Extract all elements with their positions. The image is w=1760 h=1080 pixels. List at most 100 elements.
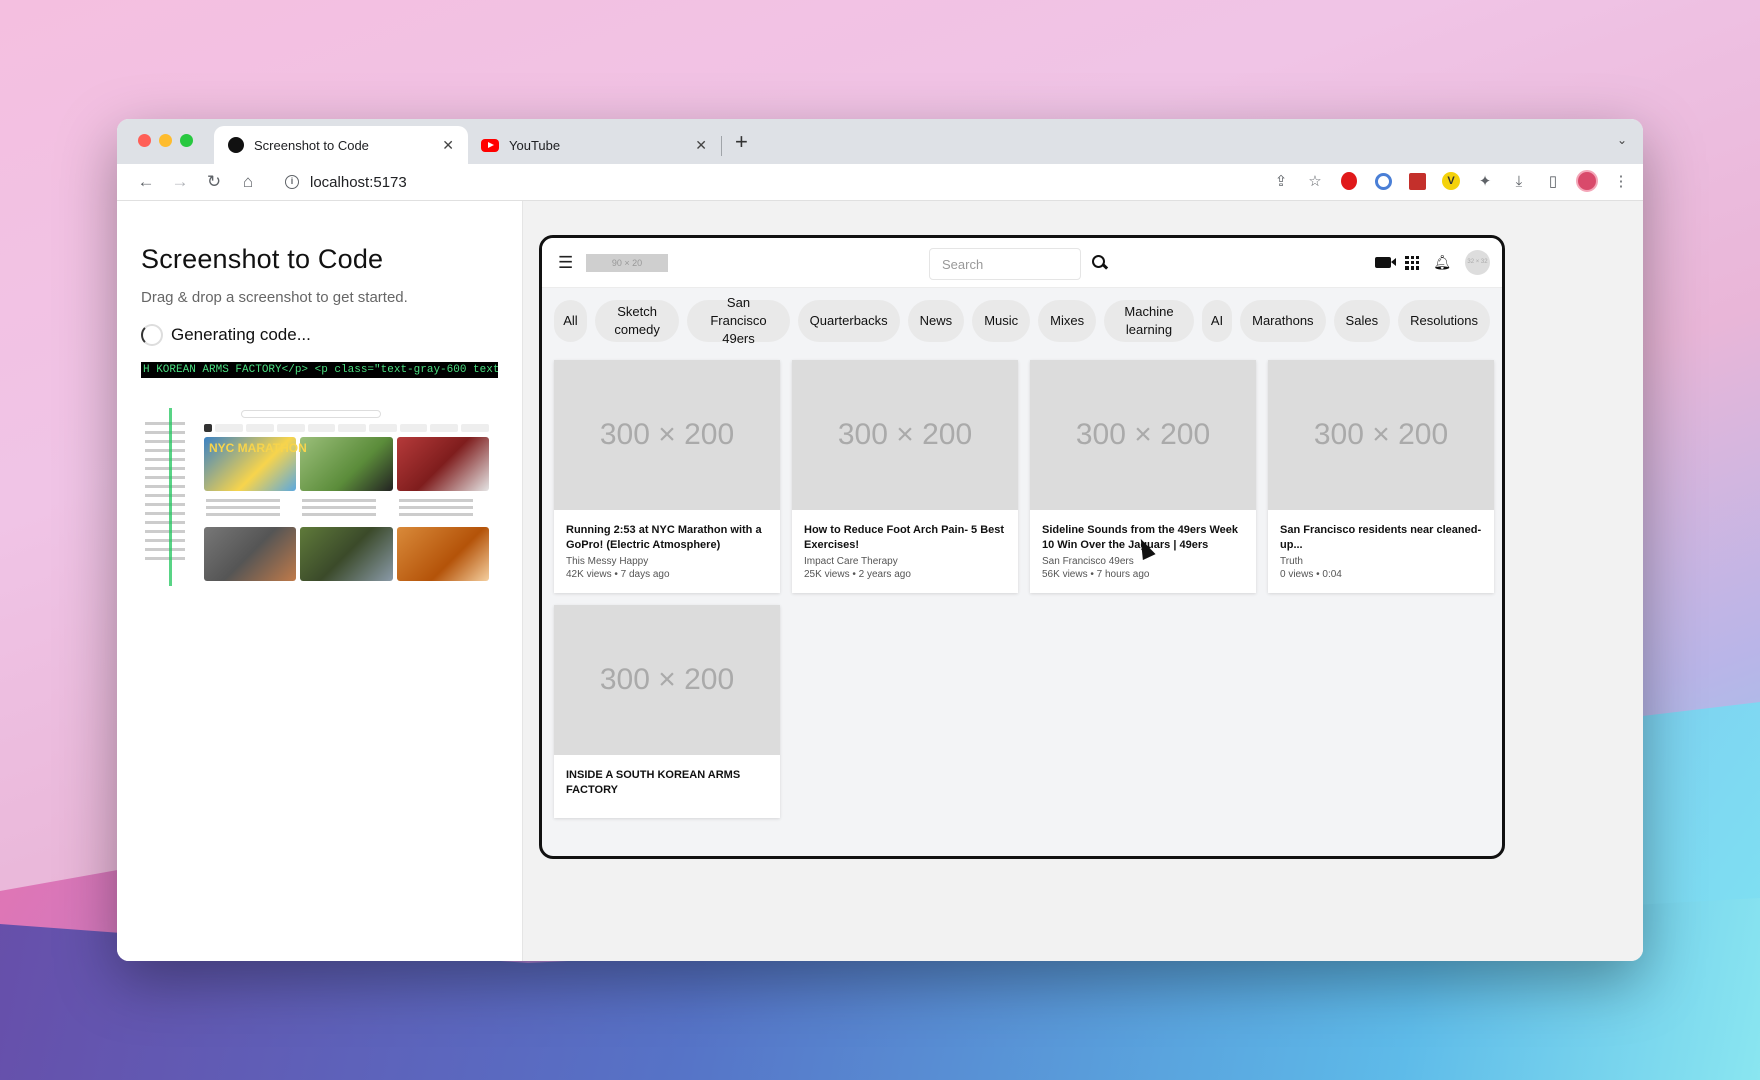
chip-quarterbacks[interactable]: Quarterbacks <box>797 300 900 342</box>
close-icon[interactable]: ✕ <box>442 137 454 154</box>
preview-frame: ☰ 90 × 20 Search 🔔︎ 32 × 32 All Sketch c… <box>539 235 1505 859</box>
header-actions: 🔔︎ 32 × 32 <box>1375 250 1490 275</box>
download-icon[interactable]: ⤓ <box>1507 169 1531 193</box>
info-icon[interactable]: i <box>285 175 299 189</box>
tab-youtube[interactable]: YouTube ✕ <box>467 126 721 164</box>
home-icon[interactable]: ⌂ <box>231 172 265 192</box>
thumbnail-video <box>300 437 393 491</box>
tab-divider <box>721 136 722 156</box>
tab-title: Screenshot to Code <box>254 137 369 153</box>
video-card[interactable]: 300 × 200 How to Reduce Foot Arch Pain- … <box>792 360 1018 593</box>
spinner-icon <box>141 324 163 346</box>
chip-machine-learning[interactable]: Machine learning <box>1104 300 1194 342</box>
search-input[interactable]: Search <box>929 248 1081 280</box>
generating-status: Generating code... <box>141 324 498 346</box>
apps-grid-icon[interactable] <box>1405 255 1420 270</box>
back-arrow-icon[interactable]: ← <box>129 172 163 192</box>
video-title[interactable]: San Francisco residents near cleaned-up.… <box>1280 523 1482 553</box>
reload-icon[interactable]: ↻ <box>197 172 231 192</box>
tab-title: YouTube <box>509 137 561 153</box>
channel-name[interactable]: This Messy Happy <box>566 555 768 568</box>
video-thumbnail[interactable]: 300 × 200 <box>792 360 1018 510</box>
thumbnail-video <box>204 527 297 581</box>
window-controls <box>138 134 193 147</box>
chip-sales[interactable]: Sales <box>1333 300 1391 342</box>
chip-all[interactable]: All <box>554 300 587 342</box>
minimize-window-button[interactable] <box>159 134 172 147</box>
hamburger-menu-icon[interactable]: ☰ <box>558 253 576 273</box>
thumbnail-video <box>300 527 393 581</box>
thumbnail-grid <box>204 437 489 581</box>
video-stats: 25K views • 2 years ago <box>804 569 911 580</box>
side-panel-icon[interactable]: ▯ <box>1541 169 1565 193</box>
avatar[interactable]: 32 × 32 <box>1465 250 1490 275</box>
video-stats: 0 views • 0:04 <box>1280 569 1342 580</box>
video-thumbnail[interactable]: 300 × 200 <box>1030 360 1256 510</box>
address-bar[interactable]: i localhost:5173 <box>273 167 1323 197</box>
search-icon[interactable] <box>1091 254 1109 272</box>
chip-mixes[interactable]: Mixes <box>1038 300 1097 342</box>
preview-header: ☰ 90 × 20 Search 🔔︎ 32 × 32 <box>542 238 1502 288</box>
profile-avatar[interactable] <box>1575 169 1599 193</box>
chip-san-francisco-49ers[interactable]: San Francisco 49ers <box>687 295 790 346</box>
forward-arrow-icon[interactable]: → <box>163 172 197 192</box>
thumbnail-headline: NYC MARATHON <box>209 441 307 455</box>
close-window-button[interactable] <box>138 134 151 147</box>
opera-extension-icon[interactable] <box>1337 169 1361 193</box>
video-stats: 42K views • 7 days ago <box>566 569 670 580</box>
chip-resolutions[interactable]: Resolutions <box>1398 300 1491 342</box>
toolbar-actions: ⇪ ☆ V ✦ ⤓ ▯ ⋮ <box>1269 169 1633 193</box>
bell-icon[interactable]: 🔔︎ <box>1433 254 1451 271</box>
v-extension-icon[interactable]: V <box>1439 169 1463 193</box>
tab-screenshot-to-code[interactable]: Screenshot to Code ✕ <box>214 126 468 164</box>
code-stream: H KOREAN ARMS FACTORY</p> <p class="text… <box>141 362 498 378</box>
video-title[interactable]: How to Reduce Foot Arch Pain- 5 Best Exe… <box>804 523 1006 553</box>
chip-ai[interactable]: AI <box>1201 300 1233 342</box>
close-icon[interactable]: ✕ <box>695 137 707 154</box>
video-camera-icon[interactable] <box>1375 257 1397 268</box>
thumbnail-video <box>396 527 489 581</box>
puzzle-extensions-icon[interactable]: ✦ <box>1473 169 1497 193</box>
star-icon[interactable]: ☆ <box>1303 169 1327 193</box>
chip-sketch-comedy[interactable]: Sketch comedy <box>594 300 680 342</box>
thumbnail-search <box>241 410 381 418</box>
scan-line <box>169 408 172 586</box>
url-text: localhost:5173 <box>310 173 407 191</box>
video-grid: 300 × 200 Running 2:53 at NYC Marathon w… <box>542 360 1502 818</box>
tab-bar: Screenshot to Code ✕ YouTube ✕ + ⌄ <box>117 119 1643 164</box>
chip-music[interactable]: Music <box>972 300 1031 342</box>
new-tab-button[interactable]: + <box>735 129 748 155</box>
status-text: Generating code... <box>171 325 311 344</box>
share-icon[interactable]: ⇪ <box>1269 169 1293 193</box>
video-thumbnail[interactable]: 300 × 200 <box>554 360 780 510</box>
preview-panel: ☰ 90 × 20 Search 🔔︎ 32 × 32 All Sketch c… <box>523 201 1643 961</box>
video-stats: 56K views • 7 hours ago <box>1042 569 1150 580</box>
thumbnail-video <box>396 437 489 491</box>
app-favicon-icon <box>228 137 244 153</box>
browser-toolbar: ← → ↻ ⌂ i localhost:5173 ⇪ ☆ V ✦ ⤓ ▯ ⋮ <box>117 164 1643 201</box>
video-thumbnail[interactable]: 300 × 200 <box>1268 360 1494 510</box>
category-chips: All Sketch comedy San Francisco 49ers Qu… <box>542 295 1502 346</box>
password-extension-icon[interactable] <box>1371 169 1395 193</box>
red-extension-icon[interactable] <box>1405 169 1429 193</box>
browser-window: Screenshot to Code ✕ YouTube ✕ + ⌄ ← → ↻… <box>117 119 1643 961</box>
logo-placeholder[interactable]: 90 × 20 <box>586 253 668 272</box>
video-card[interactable]: 300 × 200 San Francisco residents near c… <box>1268 360 1494 593</box>
tab-search-chevron-down-icon[interactable]: ⌄ <box>1617 133 1627 147</box>
youtube-favicon-icon <box>481 138 499 152</box>
maximize-window-button[interactable] <box>180 134 193 147</box>
video-title[interactable]: Running 2:53 at NYC Marathon with a GoPr… <box>566 523 768 553</box>
channel-name[interactable]: Truth <box>1280 555 1482 568</box>
sidebar-panel: Screenshot to Code Drag & drop a screens… <box>117 201 523 961</box>
video-title[interactable]: INSIDE A SOUTH KOREAN ARMS FACTORY <box>566 768 768 798</box>
kebab-menu-icon[interactable]: ⋮ <box>1609 169 1633 193</box>
page-subtitle: Drag & drop a screenshot to get started. <box>141 289 408 306</box>
page-title: Screenshot to Code <box>141 244 384 274</box>
video-thumbnail[interactable]: 300 × 200 <box>554 605 780 755</box>
thumbnail-chips <box>204 424 489 432</box>
chip-marathons[interactable]: Marathons <box>1240 300 1326 342</box>
chip-news[interactable]: News <box>907 300 965 342</box>
channel-name[interactable]: Impact Care Therapy <box>804 555 1006 568</box>
video-card[interactable]: 300 × 200 Running 2:53 at NYC Marathon w… <box>554 360 780 593</box>
video-card[interactable]: 300 × 200 INSIDE A SOUTH KOREAN ARMS FAC… <box>554 605 780 818</box>
